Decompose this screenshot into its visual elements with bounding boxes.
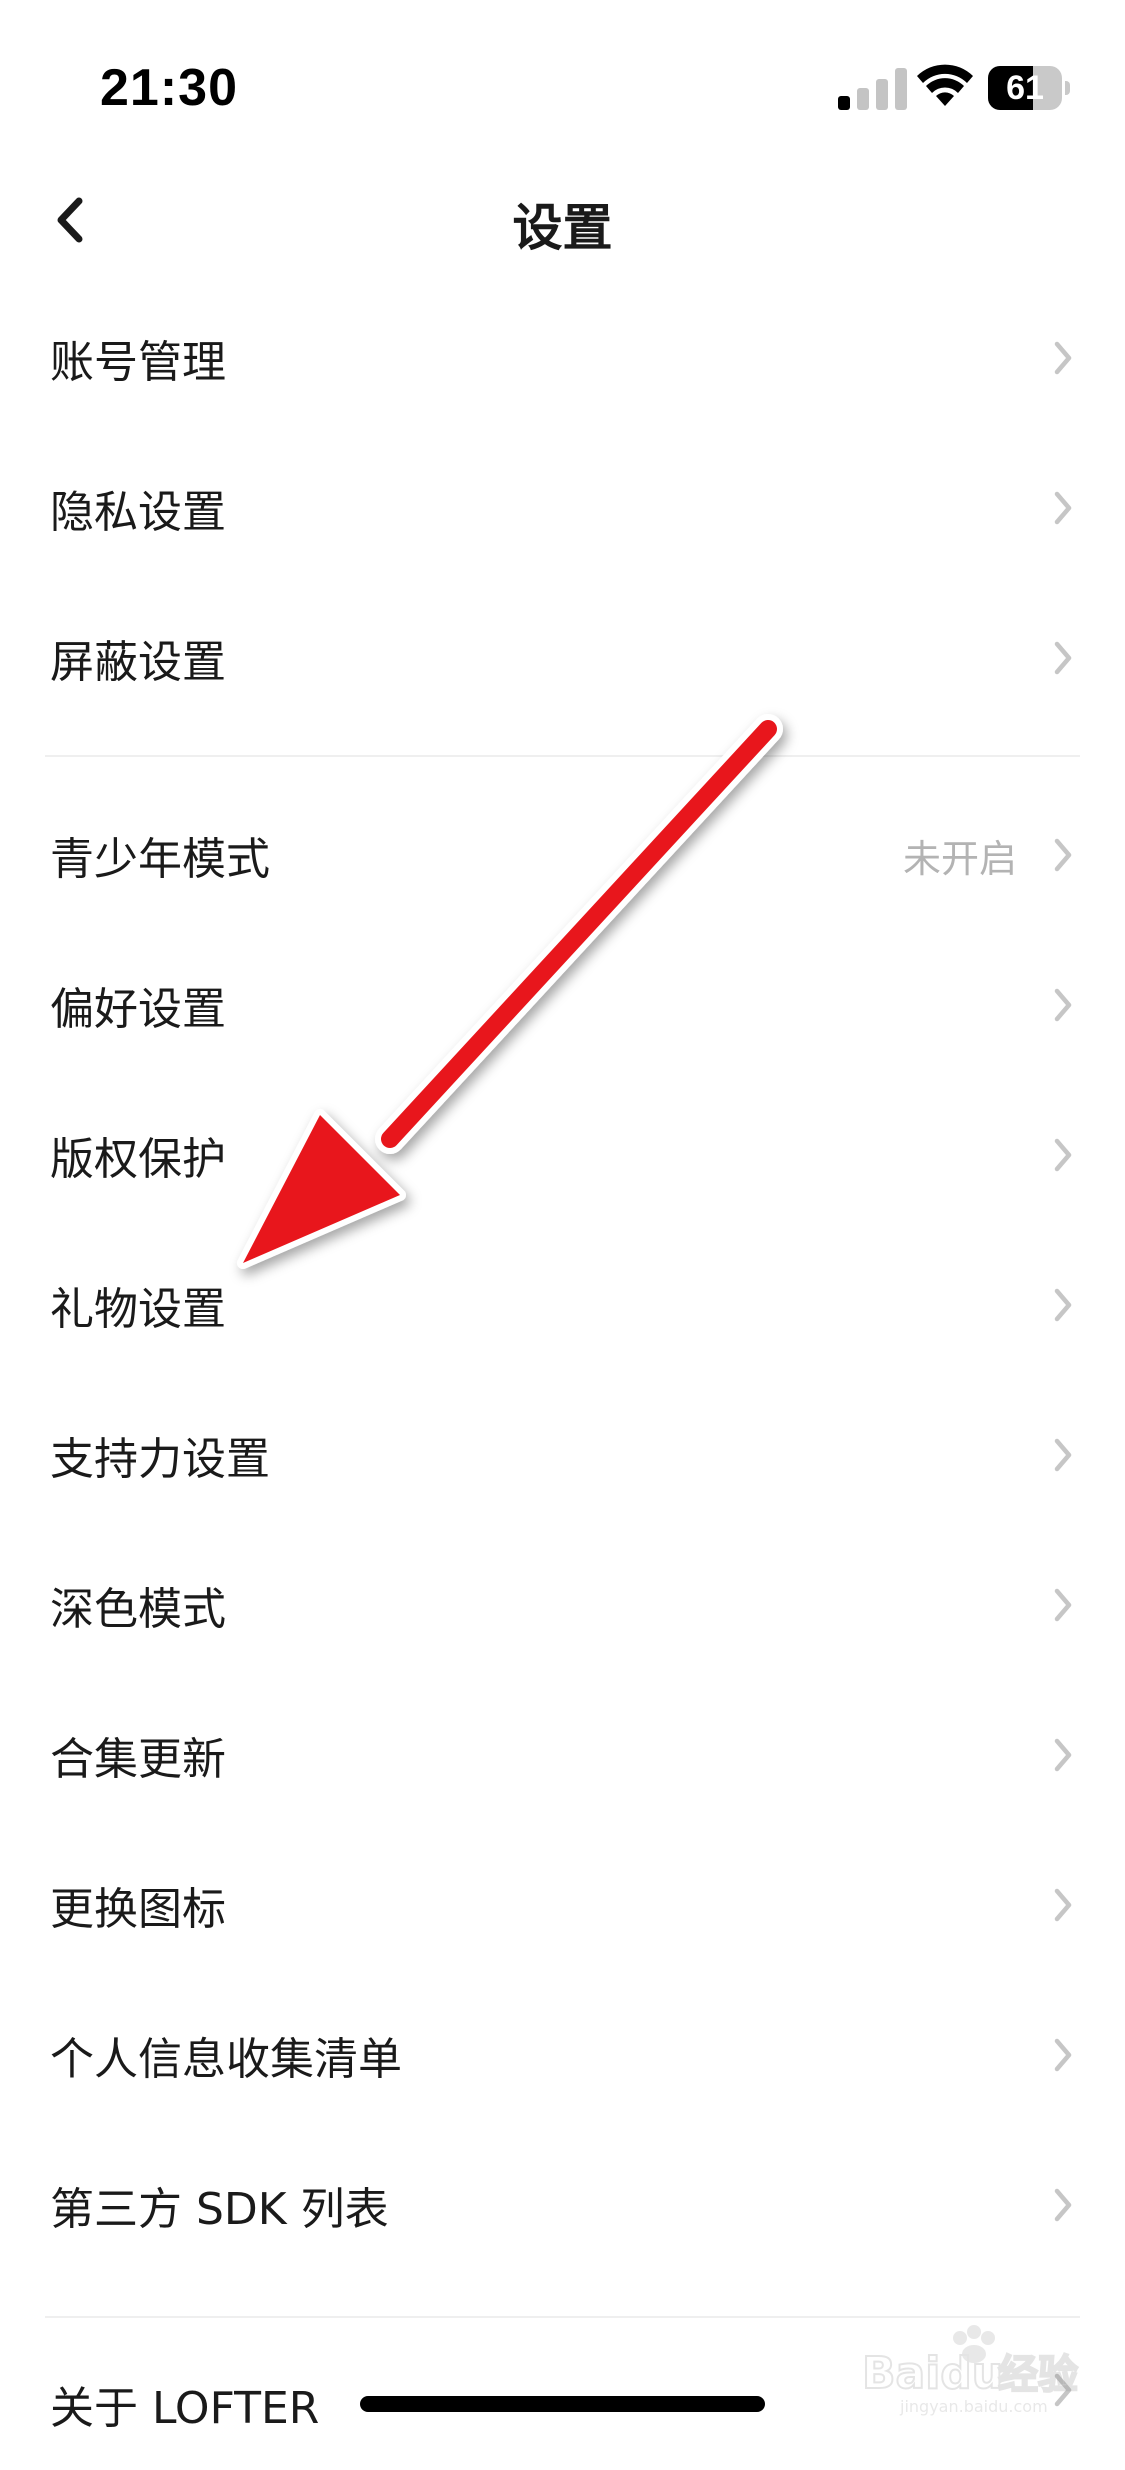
baidu-watermark: Baidu 经验 jingyan.baidu.com xyxy=(861,2325,1079,2416)
chevron-right-icon xyxy=(1054,1588,1072,1622)
row-label: 青少年模式 xyxy=(50,834,270,885)
settings-row-youth-mode[interactable]: 青少年模式 未开启 xyxy=(0,780,1125,930)
settings-row-third-party-sdk[interactable]: 第三方 SDK 列表 xyxy=(0,2130,1125,2280)
row-label: 个人信息收集清单 xyxy=(50,2034,402,2085)
page-title: 设置 xyxy=(512,199,613,257)
status-time: 21:30 xyxy=(100,59,238,117)
settings-row-collection-update[interactable]: 合集更新 xyxy=(0,1680,1125,1830)
settings-row-change-icon[interactable]: 更换图标 xyxy=(0,1830,1125,1980)
settings-group-general: 青少年模式 未开启 偏好设置 版权保护 礼物设置 支持力设置 深色模式 合集更新… xyxy=(0,780,1125,2280)
row-label: 屏蔽设置 xyxy=(50,637,226,688)
chevron-right-icon xyxy=(1054,341,1072,375)
svg-text:Baidu: Baidu xyxy=(862,2348,1003,2399)
row-label: 合集更新 xyxy=(50,1734,226,1785)
battery-cap xyxy=(1065,81,1070,95)
section-divider xyxy=(45,755,1080,757)
signal-icon xyxy=(838,68,907,110)
settings-row-support[interactable]: 支持力设置 xyxy=(0,1380,1125,1530)
settings-row-account[interactable]: 账号管理 xyxy=(0,283,1125,433)
settings-row-preferences[interactable]: 偏好设置 xyxy=(0,930,1125,1080)
chevron-right-icon xyxy=(1054,1138,1072,1172)
chevron-right-icon xyxy=(1054,838,1072,872)
status-bar: 21:30 61 xyxy=(0,0,1125,180)
settings-row-dark-mode[interactable]: 深色模式 xyxy=(0,1530,1125,1680)
svg-text:经验: 经验 xyxy=(998,2352,1078,2398)
chevron-right-icon xyxy=(1054,491,1072,525)
row-label: 更换图标 xyxy=(50,1884,226,1935)
battery-level: 61 xyxy=(1006,69,1044,107)
nav-bar: 设置 xyxy=(0,160,1125,280)
settings-row-personal-info-list[interactable]: 个人信息收集清单 xyxy=(0,1980,1125,2130)
row-label: 礼物设置 xyxy=(50,1284,226,1335)
chevron-right-icon xyxy=(1054,2038,1072,2072)
home-indicator xyxy=(360,2396,765,2412)
settings-row-block[interactable]: 屏蔽设置 xyxy=(0,583,1125,733)
row-label: 深色模式 xyxy=(50,1584,226,1635)
battery-icon: 61 xyxy=(988,66,1070,110)
wifi-icon xyxy=(917,64,973,106)
settings-row-copyright[interactable]: 版权保护 xyxy=(0,1080,1125,1230)
chevron-right-icon xyxy=(1054,1888,1072,1922)
youth-mode-status: 未开启 xyxy=(902,836,1017,881)
chevron-right-icon xyxy=(1054,1288,1072,1322)
row-label: 第三方 SDK 列表 xyxy=(50,2184,389,2235)
chevron-right-icon xyxy=(1054,1738,1072,1772)
chevron-right-icon xyxy=(1054,2188,1072,2222)
svg-text:jingyan.baidu.com: jingyan.baidu.com xyxy=(899,2397,1048,2416)
row-label: 偏好设置 xyxy=(50,984,226,1035)
settings-row-gift[interactable]: 礼物设置 xyxy=(0,1230,1125,1380)
chevron-right-icon xyxy=(1054,988,1072,1022)
chevron-right-icon xyxy=(1054,1438,1072,1472)
settings-group-account: 账号管理 隐私设置 屏蔽设置 xyxy=(0,283,1125,733)
row-label: 账号管理 xyxy=(50,337,226,388)
row-label: 支持力设置 xyxy=(50,1434,270,1485)
row-label: 版权保护 xyxy=(50,1134,226,1185)
chevron-right-icon xyxy=(1054,641,1072,675)
row-label: 隐私设置 xyxy=(50,487,226,538)
battery-body: 61 xyxy=(988,66,1062,110)
settings-row-privacy[interactable]: 隐私设置 xyxy=(0,433,1125,583)
